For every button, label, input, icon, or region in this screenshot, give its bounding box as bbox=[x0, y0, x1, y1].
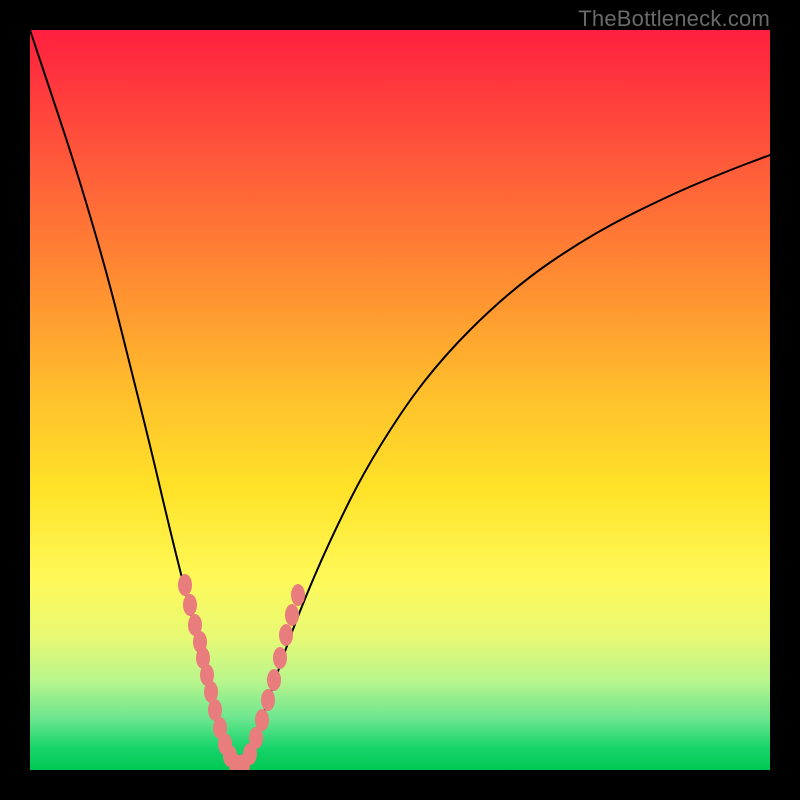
highlight-point bbox=[183, 594, 197, 616]
highlight-point bbox=[178, 574, 192, 596]
watermark-text: TheBottleneck.com bbox=[578, 6, 770, 32]
curve-right-arm bbox=[240, 155, 770, 770]
highlighted-points-group bbox=[178, 574, 305, 770]
chart-svg bbox=[30, 30, 770, 770]
chart-plot-area bbox=[30, 30, 770, 770]
highlight-point bbox=[279, 624, 293, 646]
highlight-point bbox=[261, 689, 275, 711]
highlight-point bbox=[273, 647, 287, 669]
highlight-point bbox=[285, 604, 299, 626]
highlight-point bbox=[291, 584, 305, 606]
highlight-point bbox=[267, 669, 281, 691]
highlight-point bbox=[255, 709, 269, 731]
